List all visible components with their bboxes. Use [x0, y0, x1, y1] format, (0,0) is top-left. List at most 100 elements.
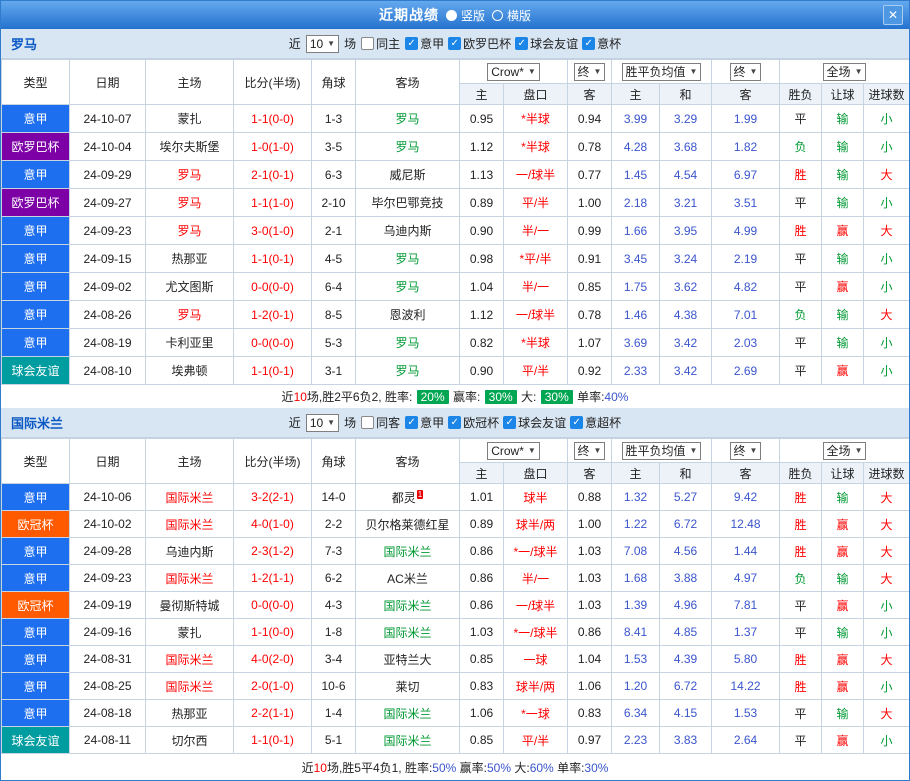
league-filter-意甲[interactable]: ✓意甲 [405, 414, 444, 431]
score: 4-0(1-0) [234, 511, 312, 538]
home-team: 埃尔夫斯堡 [146, 133, 234, 161]
away-team: 恩波利 [356, 301, 460, 329]
league-filter-意甲[interactable]: ✓意甲 [405, 35, 444, 52]
odds-draw: 4.85 [660, 619, 712, 646]
layout-vertical-radio[interactable]: 竖版 [446, 7, 485, 24]
chevron-down-icon: ▼ [750, 67, 758, 76]
handicap-line: *一/球半 [504, 619, 568, 646]
footer-stat: 单率: [574, 388, 605, 405]
scope-select[interactable]: 全场▼ [823, 63, 867, 81]
result-goals: 大 [864, 217, 910, 245]
match-date: 24-08-11 [70, 727, 146, 754]
league-filter-意杯[interactable]: ✓意杯 [582, 35, 621, 52]
league-filter-意超杯[interactable]: ✓意超杯 [570, 414, 621, 431]
dd-cell: 终▼ [568, 439, 612, 463]
league-filter-欧冠杯[interactable]: ✓欧冠杯 [448, 414, 499, 431]
match-date: 24-09-27 [70, 189, 146, 217]
league-filter-球会友谊[interactable]: ✓球会友谊 [515, 35, 578, 52]
result-wdl: 平 [780, 592, 822, 619]
league-filter-欧罗巴杯[interactable]: ✓欧罗巴杯 [448, 35, 511, 52]
result-wdl: 胜 [780, 217, 822, 245]
match-date: 24-08-10 [70, 357, 146, 385]
result-goals: 小 [864, 357, 910, 385]
close-icon: ✕ [888, 8, 898, 22]
match-date: 24-09-16 [70, 619, 146, 646]
corners: 6-3 [312, 161, 356, 189]
footer-stat: 场,胜5平4负1, 胜率: [327, 759, 432, 776]
scope-select[interactable]: 全场▼ [823, 442, 867, 460]
match-row: 意甲24-10-07蒙扎1-1(0-0)1-3罗马0.95*半球0.943.99… [2, 105, 910, 133]
footer-stat: 30% [485, 390, 517, 404]
result-wdl: 平 [780, 105, 822, 133]
chevron-down-icon: ▼ [855, 446, 863, 455]
handicap-away-odds: 0.83 [568, 700, 612, 727]
match-count-select[interactable]: 10▼ [306, 414, 339, 432]
sub-header-draw: 和 [660, 84, 712, 105]
away-team: 国际米兰 [356, 592, 460, 619]
result-goals: 大 [864, 565, 910, 592]
corners: 1-8 [312, 619, 356, 646]
result-wdl: 负 [780, 301, 822, 329]
result-wdl: 平 [780, 727, 822, 754]
result-handicap: 输 [822, 301, 864, 329]
score: 0-0(0-0) [234, 273, 312, 301]
result-handicap: 输 [822, 700, 864, 727]
filter-bar: 近 10▼ 场 同客 ✓意甲✓欧冠杯✓球会友谊✓意超杯 [289, 414, 621, 432]
checkbox-checked-icon: ✓ [448, 37, 461, 50]
score: 2-0(1-0) [234, 673, 312, 700]
dd-cell: 胜平负均值▼ [612, 439, 712, 463]
result-goals: 小 [864, 245, 910, 273]
titlebar: 近期战绩 竖版 横版 ✕ [1, 1, 909, 29]
dd-cell: 全场▼ [780, 60, 910, 84]
same-side-filter[interactable]: 同主 [361, 35, 400, 52]
chevron-down-icon: ▼ [528, 446, 536, 455]
same-side-label: 同主 [376, 35, 400, 52]
col-header-away: 客场 [356, 439, 460, 484]
league-badge: 意甲 [2, 646, 70, 673]
chevron-down-icon: ▼ [528, 67, 536, 76]
same-side-filter[interactable]: 同客 [361, 414, 400, 431]
handicap-home-odds: 0.90 [460, 217, 504, 245]
odds-draw: 3.95 [660, 217, 712, 245]
final-avg-select[interactable]: 终▼ [730, 63, 762, 81]
team-section-header-inter: 国际米兰 近 10▼ 场 同客 ✓意甲✓欧冠杯✓球会友谊✓意超杯 [1, 408, 909, 438]
league-badge: 意甲 [2, 105, 70, 133]
avg-odds-select[interactable]: 胜平负均值▼ [622, 442, 702, 460]
result-handicap: 输 [822, 133, 864, 161]
result-goals: 大 [864, 646, 910, 673]
handicap-line: 一/球半 [504, 301, 568, 329]
odds-draw: 3.21 [660, 189, 712, 217]
footer-stat: 10 [294, 390, 307, 404]
odds-draw: 3.68 [660, 133, 712, 161]
summary-footer-roma: 近10场,胜2平6负2, 胜率: 20% 赢率: 30% 大: 30% 单率:4… [1, 385, 909, 408]
score: 1-1(0-1) [234, 245, 312, 273]
league-filter-球会友谊[interactable]: ✓球会友谊 [503, 414, 566, 431]
sub-header-handicap: 盘口 [504, 84, 568, 105]
handicap-line: 球半/两 [504, 511, 568, 538]
away-team: 国际米兰 [356, 538, 460, 565]
result-goals: 小 [864, 133, 910, 161]
col-header-home: 主场 [146, 439, 234, 484]
final-odds-select[interactable]: 终▼ [574, 63, 606, 81]
odds-draw: 4.15 [660, 700, 712, 727]
match-row: 意甲24-09-02尤文图斯0-0(0-0)6-4罗马1.04半/一0.851.… [2, 273, 910, 301]
handicap-home-odds: 0.82 [460, 329, 504, 357]
handicap-home-odds: 1.13 [460, 161, 504, 189]
handicap-home-odds: 1.12 [460, 301, 504, 329]
sub-header-lose: 客 [712, 84, 780, 105]
result-wdl: 胜 [780, 673, 822, 700]
final-avg-select[interactable]: 终▼ [730, 442, 762, 460]
avg-odds-select[interactable]: 胜平负均值▼ [622, 63, 702, 81]
close-button[interactable]: ✕ [883, 5, 903, 25]
summary-footer-inter: 近10场,胜5平4负1, 胜率:50% 赢率:50% 大:60% 单率:30% [1, 754, 909, 781]
final-odds-select[interactable]: 终▼ [574, 442, 606, 460]
match-count-select[interactable]: 10▼ [306, 35, 339, 53]
footer-stat: 大: [518, 388, 540, 405]
away-team: 莱切 [356, 673, 460, 700]
handicap-home-odds: 0.95 [460, 105, 504, 133]
match-date: 24-09-28 [70, 538, 146, 565]
odds-source-select[interactable]: Crow*▼ [487, 442, 540, 460]
odds-source-select[interactable]: Crow*▼ [487, 63, 540, 81]
odds-lose: 4.97 [712, 565, 780, 592]
layout-horizontal-radio[interactable]: 横版 [492, 7, 531, 24]
